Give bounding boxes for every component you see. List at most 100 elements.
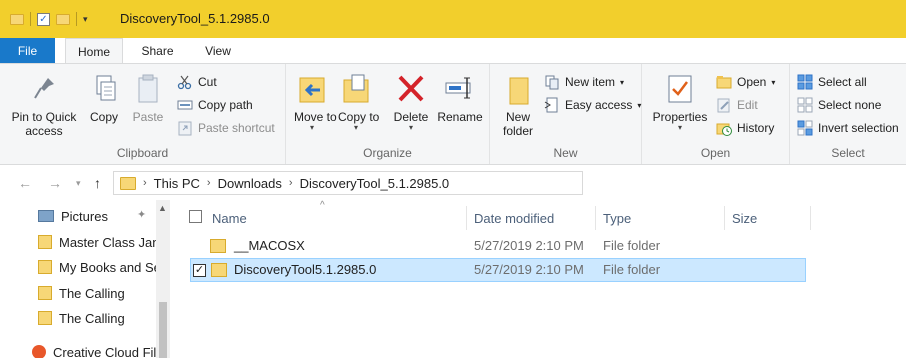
pin-to-quick-access-button[interactable]: Pin to Quick access <box>6 72 82 138</box>
column-divider[interactable] <box>810 206 811 230</box>
history-icon <box>716 120 732 136</box>
select-group: Select all Select none Invert selection … <box>790 64 906 164</box>
column-header-name[interactable]: Name <box>212 208 247 230</box>
rename-icon <box>444 72 476 106</box>
pictures-icon <box>38 210 54 222</box>
history-button[interactable]: History <box>716 118 774 138</box>
new-folder-qat-icon[interactable] <box>56 13 70 25</box>
properties-label: Properties <box>652 110 708 124</box>
breadcrumb-separator-icon[interactable]: › <box>289 177 293 189</box>
nav-item-the-calling-1[interactable]: The Calling <box>38 283 156 303</box>
pin-label: Pin to Quick access <box>11 110 77 138</box>
select-all-label: Select all <box>818 75 867 89</box>
select-all-button[interactable]: Select all <box>797 72 867 92</box>
move-to-icon <box>296 72 328 106</box>
folder-icon <box>211 263 227 277</box>
open-label: Open <box>737 75 767 89</box>
delete-button[interactable]: Delete ▾ <box>390 72 432 132</box>
clipboard-group: Pin to Quick access Copy Paste Cut Copy … <box>0 64 286 164</box>
new-folder-button[interactable]: New folder <box>498 72 538 138</box>
nav-item-label: My Books and Se <box>59 259 156 275</box>
cut-button[interactable]: Cut <box>177 72 217 92</box>
select-all-checkbox[interactable] <box>189 210 202 223</box>
chevron-down-icon: ▾ <box>408 123 413 132</box>
copy-label: Copy <box>89 110 118 124</box>
nav-scrollbar[interactable]: ▲ <box>156 200 170 358</box>
sort-ascending-icon: ^ <box>320 200 325 211</box>
invert-selection-button[interactable]: Invert selection <box>797 118 899 138</box>
easy-access-button[interactable]: Easy access ▾ <box>544 95 641 115</box>
file-list: ^ Name Date modified Type Size __MACOSX … <box>170 200 906 358</box>
scroll-up-arrow-icon[interactable]: ▲ <box>158 203 167 213</box>
up-arrow-icon[interactable]: ↑ <box>94 175 101 191</box>
nav-item-label: The Calling <box>59 285 125 301</box>
select-none-button[interactable]: Select none <box>797 95 881 115</box>
easy-access-label: Easy access <box>565 98 633 112</box>
select-none-icon <box>797 97 813 113</box>
properties-button[interactable]: Properties ▾ <box>650 72 710 132</box>
column-divider[interactable] <box>466 206 467 230</box>
creative-cloud-icon <box>32 345 46 358</box>
nav-item-master-class[interactable]: Master Class Jan <box>38 232 156 252</box>
copy-to-button[interactable]: Copy to ▾ <box>338 72 379 132</box>
row-checkbox[interactable]: ✓ <box>193 264 206 277</box>
organize-group: Move to ▾ Copy to ▾ Delete ▾ Rename Orga… <box>286 64 490 164</box>
recent-locations-chevron-icon[interactable]: ▾ <box>76 178 81 189</box>
table-row[interactable]: ✓ DiscoveryTool5.1.2985.0 5/27/2019 2:10… <box>190 258 806 282</box>
address-row: ← → ▾ ↑ › This PC › Downloads › Discover… <box>0 166 906 200</box>
file-type: File folder <box>603 238 661 253</box>
breadcrumb-this-pc[interactable]: This PC <box>154 176 200 191</box>
invert-selection-label: Invert selection <box>818 121 899 135</box>
folder-icon <box>38 235 52 249</box>
open-group-label: Open <box>700 146 731 160</box>
nav-item-creative-cloud[interactable]: Creative Cloud Fil <box>32 342 156 358</box>
properties-qat-icon[interactable]: ✓ <box>37 12 50 26</box>
address-bar[interactable]: › This PC › Downloads › DiscoveryTool_5.… <box>113 171 583 195</box>
breadcrumb-separator-icon[interactable]: › <box>143 177 147 189</box>
copy-path-button[interactable]: Copy path <box>177 95 253 115</box>
column-divider[interactable] <box>595 206 596 230</box>
tab-view[interactable]: View <box>192 38 244 64</box>
chevron-down-icon: ▾ <box>637 100 642 110</box>
folder-icon <box>38 286 52 300</box>
edit-icon <box>716 97 732 113</box>
divider <box>30 12 31 26</box>
nav-item-my-books[interactable]: My Books and Se <box>38 257 156 277</box>
cut-label: Cut <box>198 75 217 89</box>
column-header-date[interactable]: Date modified <box>474 208 554 230</box>
paste-button[interactable]: Paste <box>128 72 168 124</box>
breadcrumb-separator-icon[interactable]: › <box>207 177 211 189</box>
nav-item-the-calling-2[interactable]: The Calling <box>38 308 156 328</box>
customize-qat-icon[interactable]: ▾ <box>83 14 88 25</box>
paste-shortcut-button[interactable]: Paste shortcut <box>177 118 275 138</box>
chevron-down-icon: ▾ <box>353 123 358 132</box>
folder-icon <box>38 260 52 274</box>
column-header-size[interactable]: Size <box>732 208 757 230</box>
open-button[interactable]: Open ▾ <box>716 72 775 92</box>
divider <box>76 12 77 26</box>
nav-item-pictures[interactable]: Pictures <box>38 206 134 226</box>
forward-arrow-icon[interactable]: → <box>48 175 62 191</box>
new-folder-icon <box>502 72 534 106</box>
folder-icon <box>38 311 52 325</box>
breadcrumb-current-folder[interactable]: DiscoveryTool_5.1.2985.0 <box>300 176 450 191</box>
tab-share[interactable]: Share <box>130 38 185 64</box>
copy-button[interactable]: Copy <box>86 72 122 124</box>
open-group: Properties ▾ Open ▾ Edit History Open <box>642 64 790 164</box>
tab-home[interactable]: Home <box>65 38 123 64</box>
pin-icon[interactable]: ✦ <box>137 208 146 221</box>
table-row[interactable]: __MACOSX 5/27/2019 2:10 PM File folder <box>190 235 806 259</box>
rename-button[interactable]: Rename <box>436 72 484 124</box>
breadcrumb-downloads[interactable]: Downloads <box>218 176 282 191</box>
edit-button[interactable]: Edit <box>716 95 758 115</box>
new-group-label: New <box>553 146 578 160</box>
back-arrow-icon[interactable]: ← <box>18 175 32 191</box>
tab-file[interactable]: File <box>0 38 55 64</box>
new-item-button[interactable]: New item ▾ <box>544 72 624 92</box>
clipboard-group-label: Clipboard <box>116 146 169 160</box>
nav-item-label: Creative Cloud Fil <box>53 344 156 358</box>
column-divider[interactable] <box>724 206 725 230</box>
column-header-type[interactable]: Type <box>603 208 631 230</box>
move-to-button[interactable]: Move to ▾ <box>294 72 337 132</box>
scrollbar-thumb[interactable] <box>159 302 167 358</box>
